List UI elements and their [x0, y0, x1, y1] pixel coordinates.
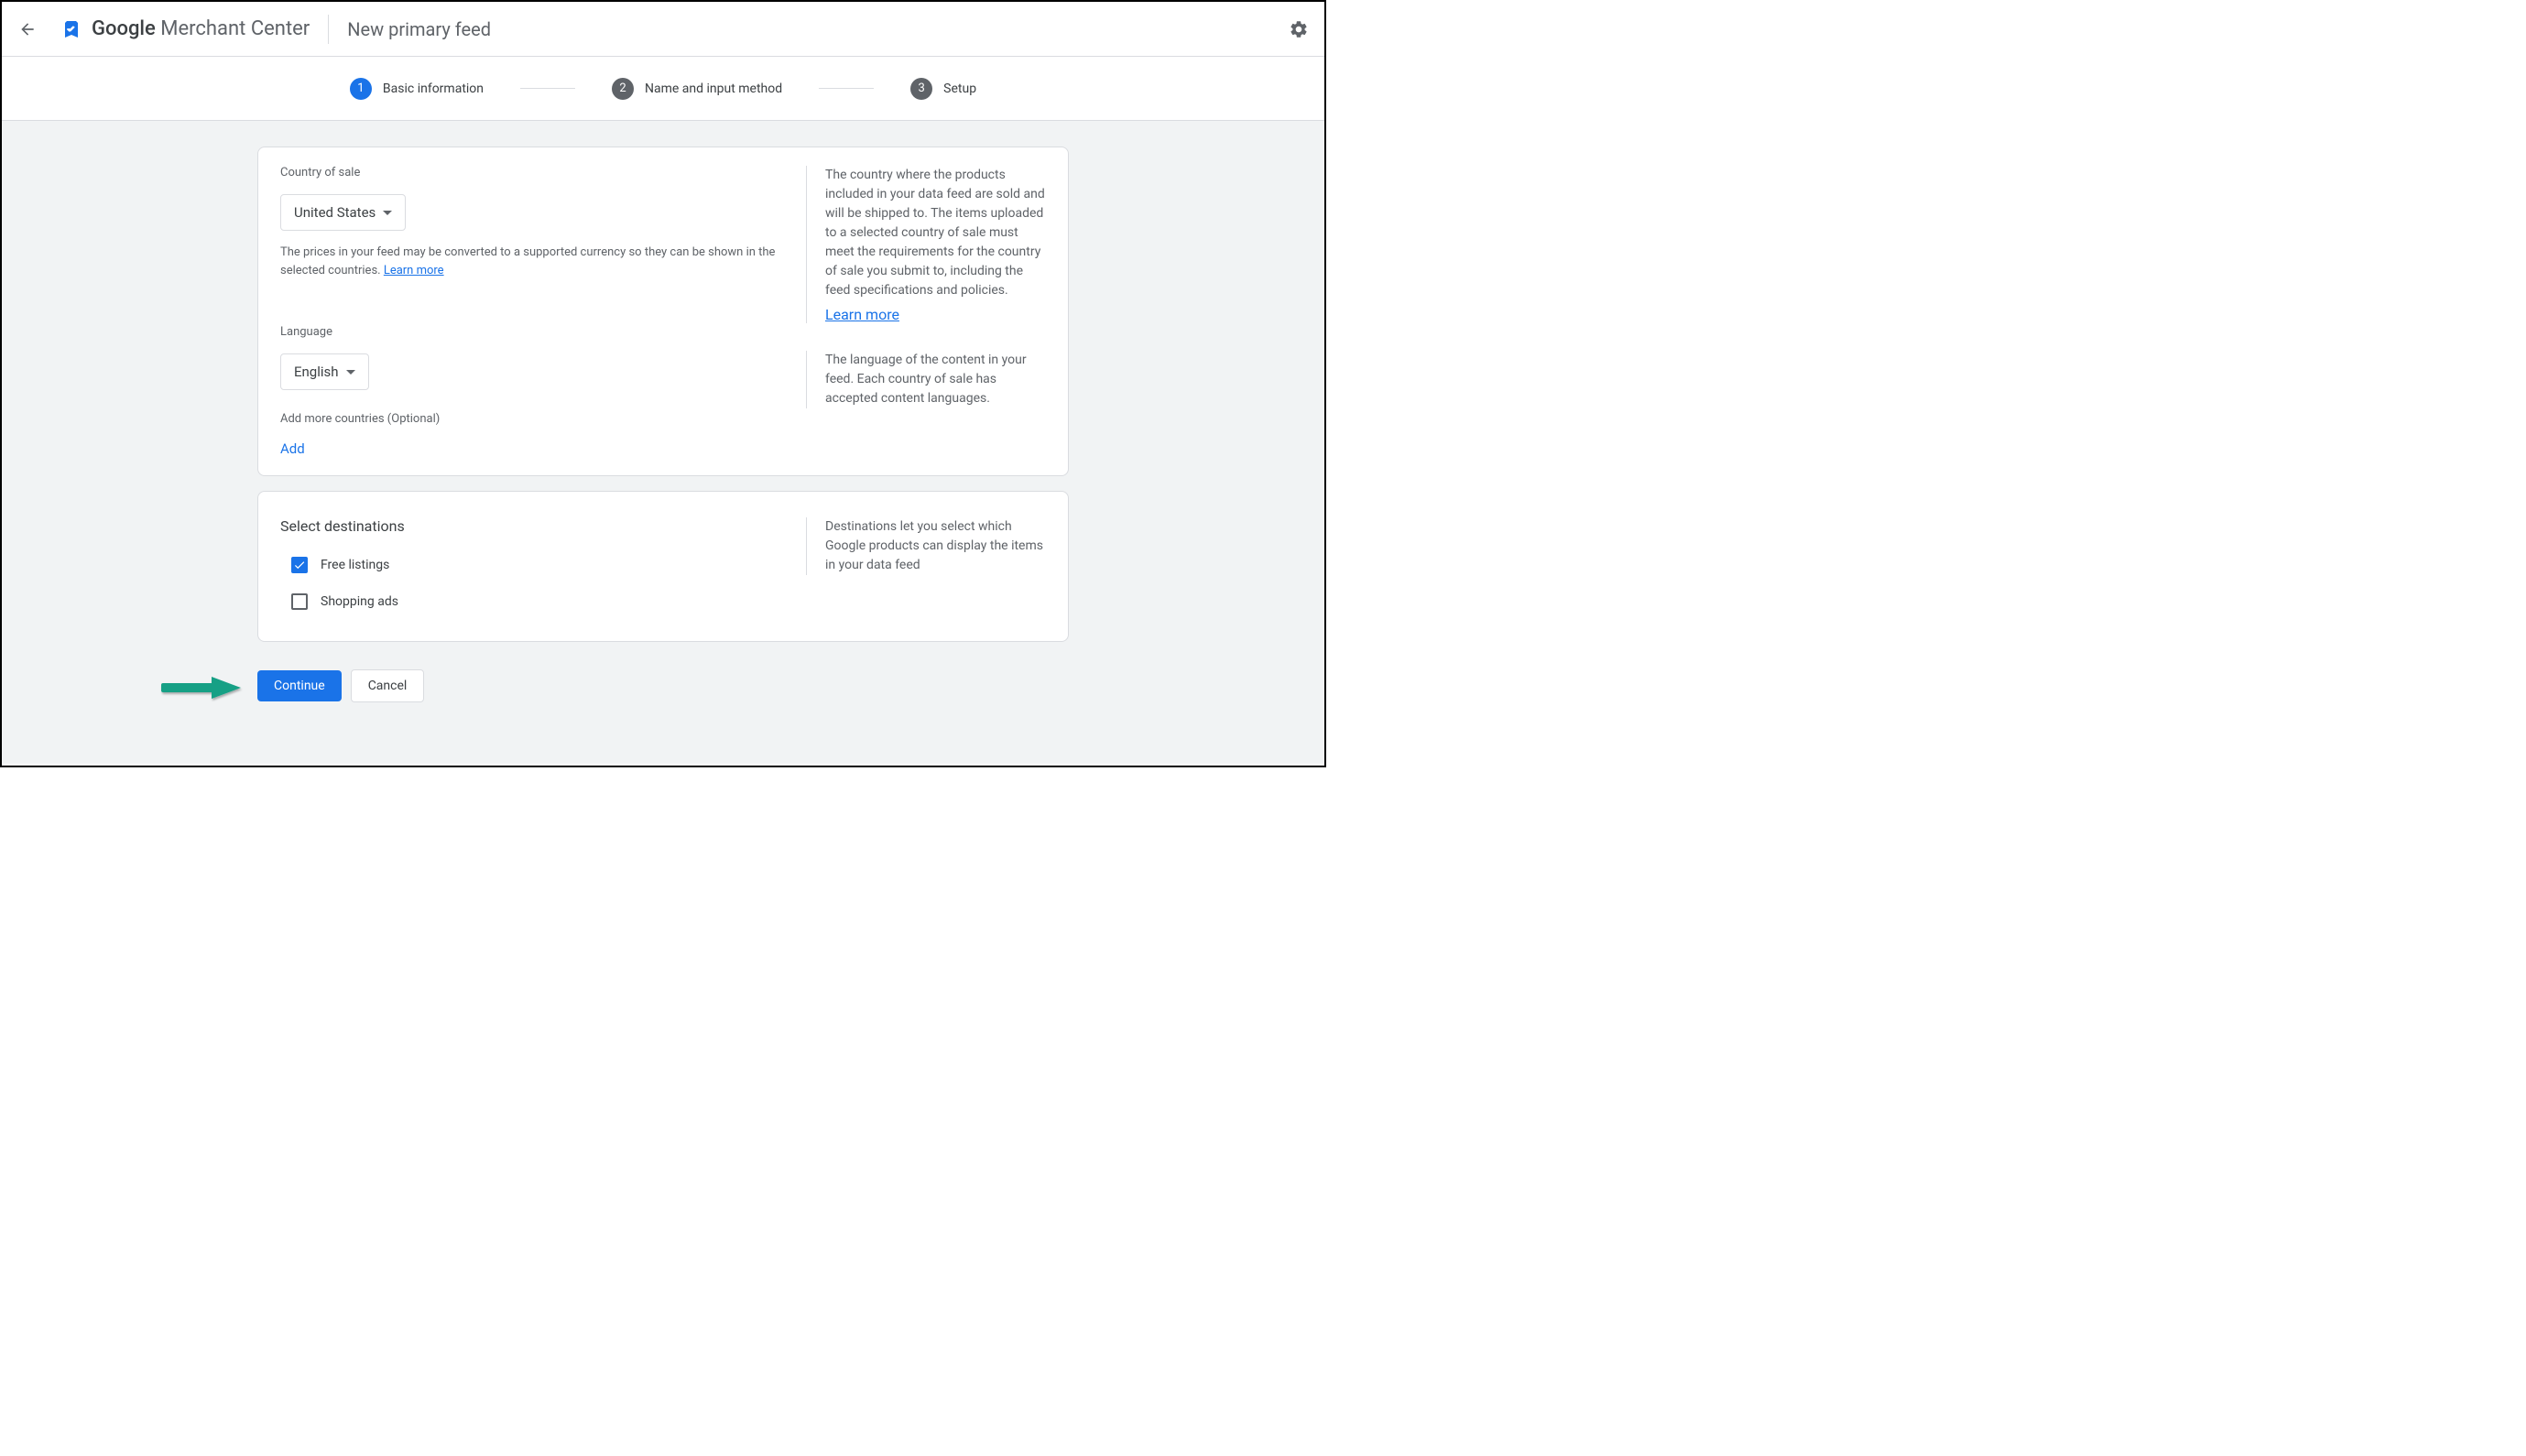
arrow-left-icon [18, 20, 37, 38]
destinations-info-panel: Destinations let you select which Google… [802, 492, 1068, 641]
country-info-link[interactable]: Learn more [825, 306, 899, 323]
step-line [520, 88, 575, 89]
page-title: New primary feed [347, 18, 491, 40]
step-3[interactable]: 3 Setup [910, 78, 976, 100]
chevron-down-icon [346, 370, 355, 375]
shopping-ads-label: Shopping ads [321, 594, 398, 609]
shopping-ads-row: Shopping ads [280, 593, 780, 610]
country-learn-more-link[interactable]: Learn more [384, 264, 444, 277]
header: Google Merchant Center New primary feed [2, 2, 1324, 57]
merchant-center-icon [60, 18, 82, 40]
check-icon [293, 559, 306, 571]
stepper: 1 Basic information 2 Name and input met… [2, 57, 1324, 121]
actions-row: Continue Cancel [257, 669, 1069, 702]
add-countries-label: Add more countries (Optional) [280, 412, 780, 426]
logo-text: Google Merchant Center [92, 17, 310, 40]
step-1-circle: 1 [350, 78, 372, 100]
language-info: The language of the content in your feed… [825, 351, 1046, 408]
chevron-down-icon [383, 211, 392, 215]
country-helper: The prices in your feed may be converted… [280, 244, 780, 279]
language-dropdown[interactable]: English [280, 353, 369, 390]
step-2-circle: 2 [612, 78, 634, 100]
step-line [819, 88, 874, 89]
country-info: The country where the products included … [825, 166, 1046, 300]
destinations-info: Destinations let you select which Google… [825, 517, 1046, 575]
cancel-button[interactable]: Cancel [351, 669, 425, 702]
destinations-card: Select destinations Free listings Shoppi… [257, 491, 1069, 642]
country-label: Country of sale [280, 166, 780, 179]
country-dropdown[interactable]: United States [280, 194, 406, 231]
step-1-label: Basic information [383, 81, 484, 96]
country-selected: United States [294, 204, 376, 221]
basic-info-card: Country of sale United States The prices… [257, 147, 1069, 476]
info-panel: The country where the products included … [802, 147, 1068, 475]
step-2[interactable]: 2 Name and input method [612, 78, 782, 100]
annotation-arrow-icon [157, 671, 248, 704]
add-countries-button[interactable]: Add [280, 440, 305, 457]
free-listings-checkbox[interactable] [291, 557, 308, 573]
step-3-label: Setup [943, 81, 976, 96]
continue-button[interactable]: Continue [257, 670, 342, 701]
step-1[interactable]: 1 Basic information [350, 78, 484, 100]
content: Country of sale United States The prices… [2, 121, 1324, 764]
free-listings-row: Free listings [280, 557, 780, 573]
destinations-title: Select destinations [280, 517, 780, 535]
step-3-circle: 3 [910, 78, 932, 100]
language-label: Language [280, 325, 780, 339]
settings-button[interactable] [1288, 18, 1310, 40]
gear-icon [1289, 19, 1309, 39]
shopping-ads-checkbox[interactable] [291, 593, 308, 610]
divider [328, 15, 329, 44]
free-listings-label: Free listings [321, 558, 389, 572]
step-2-label: Name and input method [645, 81, 782, 96]
logo: Google Merchant Center [60, 17, 310, 40]
back-button[interactable] [16, 18, 38, 40]
language-selected: English [294, 364, 339, 380]
